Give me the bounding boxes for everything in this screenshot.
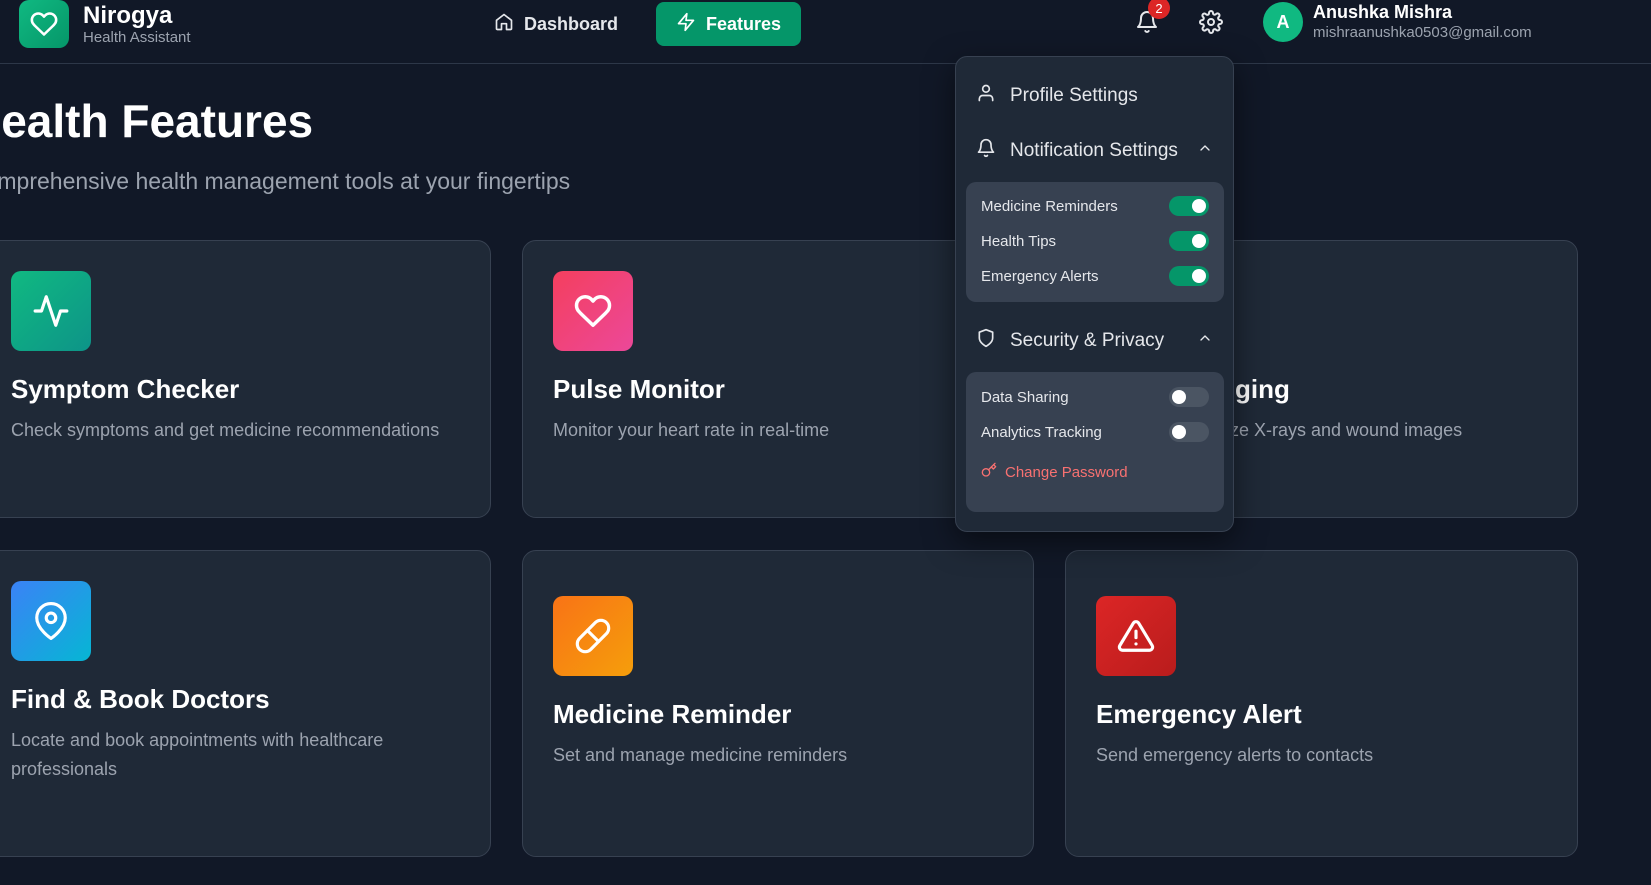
feature-card-symptom-checker[interactable]: Symptom Checker Check symptoms and get m… bbox=[0, 240, 491, 518]
alert-triangle-icon bbox=[1096, 596, 1176, 676]
profile-settings-label: Profile Settings bbox=[1010, 85, 1138, 106]
bell-icon bbox=[976, 138, 996, 164]
card-description: Check symptoms and get medicine recommen… bbox=[11, 420, 440, 440]
card-title: Medicine Reminder bbox=[553, 699, 792, 729]
card-title: Symptom Checker bbox=[11, 374, 240, 404]
change-password-button[interactable]: Change Password bbox=[981, 462, 1128, 482]
page-subtitle: Comprehensive health management tools at… bbox=[0, 168, 571, 194]
map-pin-icon bbox=[11, 581, 91, 661]
user-email: mishraanushka0503@gmail.com bbox=[1313, 23, 1532, 41]
shield-icon bbox=[976, 328, 996, 354]
card-title: Pulse Monitor bbox=[553, 374, 725, 404]
top-bar: Nirogya Health Assistant Dashboard Featu… bbox=[0, 0, 1651, 64]
profile-settings-item[interactable]: Profile Settings bbox=[976, 81, 1213, 111]
card-description: Set and manage medicine reminders bbox=[553, 745, 848, 765]
card-description: Send emergency alerts to contacts bbox=[1096, 745, 1374, 765]
home-icon bbox=[494, 12, 514, 37]
medicine-reminders-toggle[interactable] bbox=[1169, 196, 1209, 216]
toggle-label: Analytics Tracking bbox=[981, 423, 1102, 441]
page-title: Health Features bbox=[0, 95, 314, 147]
feature-card-medicine-reminder[interactable]: Medicine Reminder Set and manage medicin… bbox=[522, 550, 1034, 857]
toggle-row-emergency-alerts: Emergency Alerts bbox=[981, 263, 1209, 289]
gear-icon bbox=[1199, 9, 1223, 39]
toggle-label: Emergency Alerts bbox=[981, 267, 1099, 285]
chevron-up-icon bbox=[1197, 140, 1213, 162]
emergency-alerts-toggle[interactable] bbox=[1169, 266, 1209, 286]
avatar: A bbox=[1263, 2, 1303, 42]
settings-button[interactable] bbox=[1195, 8, 1227, 40]
heart-icon bbox=[553, 271, 633, 351]
nav-features-button[interactable]: Features bbox=[656, 2, 802, 46]
health-tips-toggle[interactable] bbox=[1169, 231, 1209, 251]
toggle-row-health-tips: Health Tips bbox=[981, 228, 1209, 254]
toggle-label: Data Sharing bbox=[981, 388, 1069, 406]
chevron-up-icon bbox=[1197, 330, 1213, 352]
analytics-tracking-toggle[interactable] bbox=[1169, 422, 1209, 442]
notification-toggles-panel: Medicine Reminders Health Tips Emergency… bbox=[966, 182, 1224, 302]
change-password-label: Change Password bbox=[1005, 463, 1128, 481]
key-icon bbox=[981, 462, 997, 482]
card-title: Emergency Alert bbox=[1096, 699, 1302, 729]
user-name: Anushka Mishra bbox=[1313, 2, 1453, 23]
security-toggles-panel: Data Sharing Analytics Tracking Change P… bbox=[966, 372, 1224, 512]
toggle-row-data-sharing: Data Sharing bbox=[981, 384, 1209, 410]
nav-features-label: Features bbox=[706, 13, 782, 34]
activity-icon bbox=[11, 271, 91, 351]
settings-dropdown: Profile Settings Notification Settings M… bbox=[955, 56, 1234, 532]
card-description: ze X-rays and wound images bbox=[1230, 420, 1463, 440]
nav-dashboard-label: Dashboard bbox=[524, 13, 619, 34]
zap-icon bbox=[676, 12, 696, 37]
card-description: Monitor your heart rate in real-time bbox=[553, 420, 830, 440]
feature-card-emergency-alert[interactable]: Emergency Alert Send emergency alerts to… bbox=[1065, 550, 1578, 857]
card-title: ging bbox=[1235, 374, 1290, 404]
nav-dashboard-button[interactable]: Dashboard bbox=[474, 2, 638, 46]
brand-subtitle: Health Assistant bbox=[83, 29, 191, 47]
card-title: Find & Book Doctors bbox=[11, 684, 270, 714]
user-profile[interactable]: A Anushka Mishra mishraanushka0503@gmail… bbox=[1263, 2, 1532, 42]
brand-name: Nirogya bbox=[83, 1, 173, 29]
card-description: Locate and book appointments with health… bbox=[11, 730, 384, 779]
security-privacy-item[interactable]: Security & Privacy bbox=[976, 326, 1213, 356]
notification-settings-item[interactable]: Notification Settings bbox=[976, 136, 1213, 166]
toggle-label: Health Tips bbox=[981, 232, 1057, 250]
pill-icon bbox=[553, 596, 633, 676]
notification-count-badge: 2 bbox=[1148, 0, 1170, 19]
feature-card-find-doctors[interactable]: Find & Book Doctors Locate and book appo… bbox=[0, 550, 491, 857]
toggle-row-analytics-tracking: Analytics Tracking bbox=[981, 419, 1209, 445]
toggle-label: Medicine Reminders bbox=[981, 197, 1118, 215]
user-icon bbox=[976, 83, 996, 109]
brand[interactable]: Nirogya Health Assistant bbox=[19, 0, 191, 48]
security-privacy-label: Security & Privacy bbox=[1010, 330, 1165, 351]
data-sharing-toggle[interactable] bbox=[1169, 387, 1209, 407]
notifications-button[interactable]: 2 bbox=[1131, 0, 1170, 40]
main-nav: Dashboard Features bbox=[474, 2, 802, 46]
heart-logo-icon bbox=[19, 0, 69, 48]
notification-settings-label: Notification Settings bbox=[1010, 140, 1178, 161]
toggle-row-medicine-reminders: Medicine Reminders bbox=[981, 193, 1209, 219]
